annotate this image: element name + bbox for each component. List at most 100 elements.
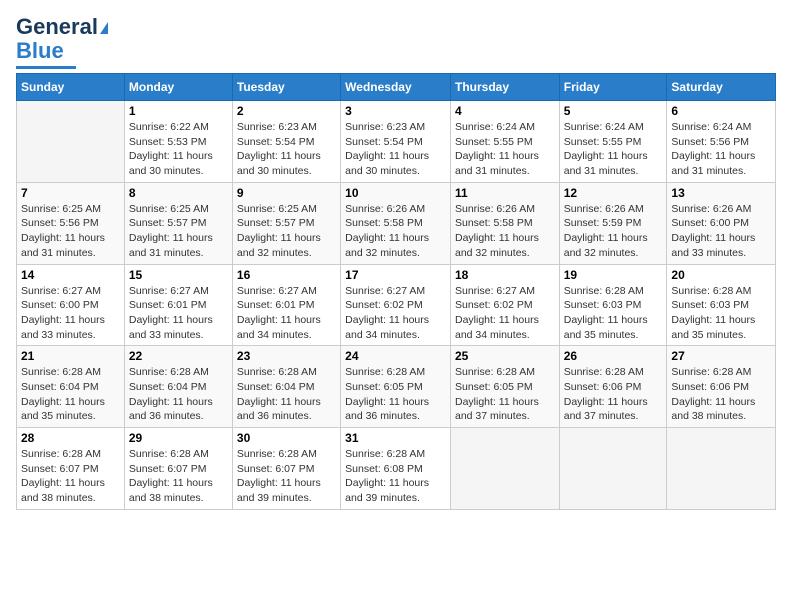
calendar-cell: 31 Sunrise: 6:28 AM Sunset: 6:08 PM Dayl…: [341, 428, 451, 510]
sunset-text: Sunset: 6:06 PM: [564, 381, 642, 393]
sunset-text: Sunset: 5:57 PM: [237, 217, 315, 229]
day-number: 13: [671, 186, 771, 200]
day-number: 12: [564, 186, 663, 200]
daylight-text: Daylight: 11 hours and 38 minutes.: [129, 477, 213, 504]
day-number: 20: [671, 268, 771, 282]
daylight-text: Daylight: 11 hours and 36 minutes.: [129, 396, 213, 423]
cell-content: Sunrise: 6:28 AM Sunset: 6:03 PM Dayligh…: [564, 284, 663, 343]
sunrise-text: Sunrise: 6:26 AM: [671, 203, 751, 215]
sunrise-text: Sunrise: 6:27 AM: [345, 285, 425, 297]
sunset-text: Sunset: 5:58 PM: [455, 217, 533, 229]
day-number: 18: [455, 268, 555, 282]
sunrise-text: Sunrise: 6:28 AM: [671, 366, 751, 378]
calendar-cell: [17, 101, 125, 183]
sunset-text: Sunset: 6:04 PM: [237, 381, 315, 393]
sunrise-text: Sunrise: 6:25 AM: [129, 203, 209, 215]
sunrise-text: Sunrise: 6:26 AM: [455, 203, 535, 215]
logo-text: General: [16, 16, 108, 38]
day-number: 11: [455, 186, 555, 200]
calendar-cell: 27 Sunrise: 6:28 AM Sunset: 6:06 PM Dayl…: [667, 346, 776, 428]
sunrise-text: Sunrise: 6:27 AM: [455, 285, 535, 297]
cell-content: Sunrise: 6:26 AM Sunset: 5:58 PM Dayligh…: [345, 202, 446, 261]
cell-content: Sunrise: 6:28 AM Sunset: 6:04 PM Dayligh…: [129, 365, 228, 424]
cell-content: Sunrise: 6:28 AM Sunset: 6:08 PM Dayligh…: [345, 447, 446, 506]
calendar-cell: 23 Sunrise: 6:28 AM Sunset: 6:04 PM Dayl…: [232, 346, 340, 428]
col-header-tuesday: Tuesday: [232, 74, 340, 101]
sunrise-text: Sunrise: 6:24 AM: [671, 121, 751, 133]
calendar-cell: [667, 428, 776, 510]
daylight-text: Daylight: 11 hours and 39 minutes.: [345, 477, 429, 504]
daylight-text: Daylight: 11 hours and 31 minutes.: [21, 232, 105, 259]
sunset-text: Sunset: 6:06 PM: [671, 381, 749, 393]
day-number: 5: [564, 104, 663, 118]
cell-content: Sunrise: 6:28 AM Sunset: 6:07 PM Dayligh…: [237, 447, 336, 506]
sunset-text: Sunset: 6:05 PM: [345, 381, 423, 393]
day-number: 10: [345, 186, 446, 200]
sunset-text: Sunset: 5:54 PM: [345, 136, 423, 148]
sunset-text: Sunset: 5:57 PM: [129, 217, 207, 229]
sunset-text: Sunset: 5:55 PM: [564, 136, 642, 148]
cell-content: Sunrise: 6:28 AM Sunset: 6:04 PM Dayligh…: [237, 365, 336, 424]
cell-content: Sunrise: 6:28 AM Sunset: 6:04 PM Dayligh…: [21, 365, 120, 424]
calendar-cell: 16 Sunrise: 6:27 AM Sunset: 6:01 PM Dayl…: [232, 264, 340, 346]
calendar-cell: 28 Sunrise: 6:28 AM Sunset: 6:07 PM Dayl…: [17, 428, 125, 510]
calendar-cell: 8 Sunrise: 6:25 AM Sunset: 5:57 PM Dayli…: [124, 182, 232, 264]
sunrise-text: Sunrise: 6:28 AM: [129, 448, 209, 460]
day-number: 30: [237, 431, 336, 445]
sunset-text: Sunset: 5:58 PM: [345, 217, 423, 229]
day-number: 25: [455, 349, 555, 363]
col-header-sunday: Sunday: [17, 74, 125, 101]
calendar-cell: 11 Sunrise: 6:26 AM Sunset: 5:58 PM Dayl…: [450, 182, 559, 264]
calendar-cell: 24 Sunrise: 6:28 AM Sunset: 6:05 PM Dayl…: [341, 346, 451, 428]
day-number: 4: [455, 104, 555, 118]
sunset-text: Sunset: 5:56 PM: [671, 136, 749, 148]
calendar-cell: 5 Sunrise: 6:24 AM Sunset: 5:55 PM Dayli…: [559, 101, 667, 183]
sunset-text: Sunset: 5:59 PM: [564, 217, 642, 229]
daylight-text: Daylight: 11 hours and 30 minutes.: [237, 150, 321, 177]
sunset-text: Sunset: 6:00 PM: [671, 217, 749, 229]
day-number: 9: [237, 186, 336, 200]
sunset-text: Sunset: 6:05 PM: [455, 381, 533, 393]
daylight-text: Daylight: 11 hours and 37 minutes.: [455, 396, 539, 423]
calendar-cell: 10 Sunrise: 6:26 AM Sunset: 5:58 PM Dayl…: [341, 182, 451, 264]
sunrise-text: Sunrise: 6:28 AM: [21, 448, 101, 460]
col-header-thursday: Thursday: [450, 74, 559, 101]
day-number: 15: [129, 268, 228, 282]
calendar-cell: [559, 428, 667, 510]
daylight-text: Daylight: 11 hours and 39 minutes.: [237, 477, 321, 504]
day-number: 29: [129, 431, 228, 445]
daylight-text: Daylight: 11 hours and 37 minutes.: [564, 396, 648, 423]
daylight-text: Daylight: 11 hours and 36 minutes.: [345, 396, 429, 423]
cell-content: Sunrise: 6:28 AM Sunset: 6:03 PM Dayligh…: [671, 284, 771, 343]
day-number: 24: [345, 349, 446, 363]
cell-content: Sunrise: 6:28 AM Sunset: 6:05 PM Dayligh…: [345, 365, 446, 424]
sunset-text: Sunset: 6:07 PM: [129, 463, 207, 475]
sunrise-text: Sunrise: 6:25 AM: [21, 203, 101, 215]
calendar-cell: 12 Sunrise: 6:26 AM Sunset: 5:59 PM Dayl…: [559, 182, 667, 264]
day-number: 26: [564, 349, 663, 363]
sunrise-text: Sunrise: 6:27 AM: [21, 285, 101, 297]
cell-content: Sunrise: 6:27 AM Sunset: 6:02 PM Dayligh…: [345, 284, 446, 343]
sunrise-text: Sunrise: 6:28 AM: [564, 285, 644, 297]
logo-line: [16, 66, 76, 69]
col-header-saturday: Saturday: [667, 74, 776, 101]
sunset-text: Sunset: 6:03 PM: [671, 299, 749, 311]
calendar-cell: 25 Sunrise: 6:28 AM Sunset: 6:05 PM Dayl…: [450, 346, 559, 428]
sunrise-text: Sunrise: 6:28 AM: [564, 366, 644, 378]
sunrise-text: Sunrise: 6:28 AM: [237, 448, 317, 460]
calendar-cell: 17 Sunrise: 6:27 AM Sunset: 6:02 PM Dayl…: [341, 264, 451, 346]
cell-content: Sunrise: 6:28 AM Sunset: 6:05 PM Dayligh…: [455, 365, 555, 424]
daylight-text: Daylight: 11 hours and 31 minutes.: [564, 150, 648, 177]
day-number: 2: [237, 104, 336, 118]
cell-content: Sunrise: 6:25 AM Sunset: 5:57 PM Dayligh…: [237, 202, 336, 261]
week-row-1: 1 Sunrise: 6:22 AM Sunset: 5:53 PM Dayli…: [17, 101, 776, 183]
daylight-text: Daylight: 11 hours and 32 minutes.: [564, 232, 648, 259]
daylight-text: Daylight: 11 hours and 38 minutes.: [21, 477, 105, 504]
sunrise-text: Sunrise: 6:26 AM: [345, 203, 425, 215]
sunset-text: Sunset: 6:02 PM: [345, 299, 423, 311]
cell-content: Sunrise: 6:28 AM Sunset: 6:07 PM Dayligh…: [129, 447, 228, 506]
sunset-text: Sunset: 6:02 PM: [455, 299, 533, 311]
day-number: 19: [564, 268, 663, 282]
day-number: 3: [345, 104, 446, 118]
day-number: 22: [129, 349, 228, 363]
